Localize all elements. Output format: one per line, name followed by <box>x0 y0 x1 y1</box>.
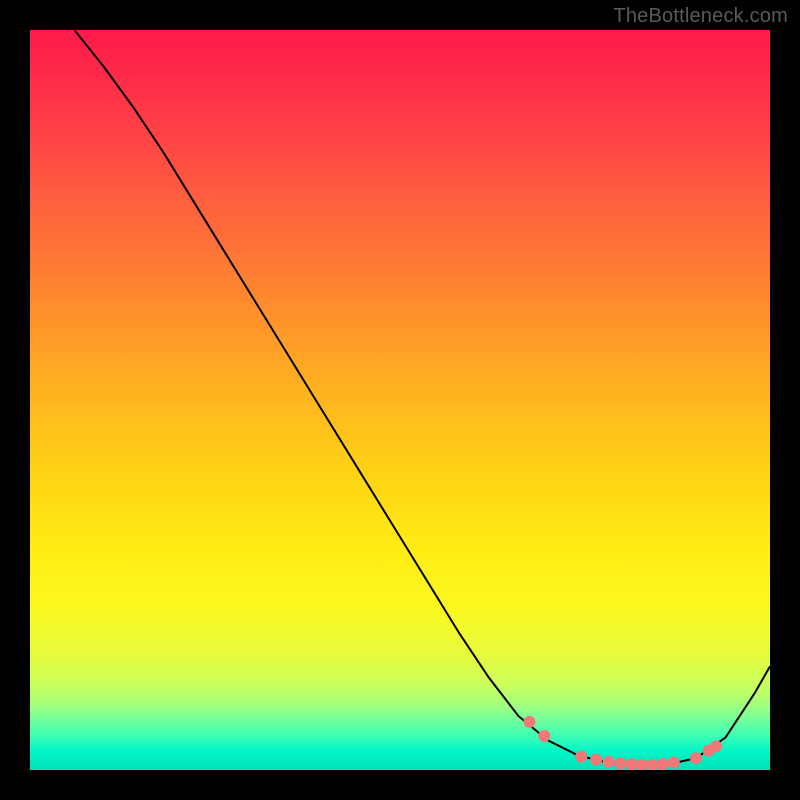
highlight-dot <box>603 756 615 768</box>
highlight-dot <box>590 754 602 766</box>
watermark-text: TheBottleneck.com <box>613 5 788 28</box>
highlight-dot <box>646 759 658 770</box>
highlight-dot <box>710 740 722 752</box>
chart-overlay <box>30 30 770 770</box>
highlight-dot <box>657 758 669 770</box>
chart-plot-area <box>30 30 770 770</box>
highlight-dot <box>615 757 627 769</box>
highlight-dot <box>626 758 638 770</box>
highlight-dot <box>575 751 587 763</box>
highlight-dot <box>690 752 702 764</box>
bottleneck-curve <box>74 30 770 765</box>
highlight-dot <box>636 759 648 770</box>
highlight-dot <box>668 757 680 769</box>
highlight-dot <box>524 716 536 728</box>
highlight-dot <box>538 730 550 742</box>
